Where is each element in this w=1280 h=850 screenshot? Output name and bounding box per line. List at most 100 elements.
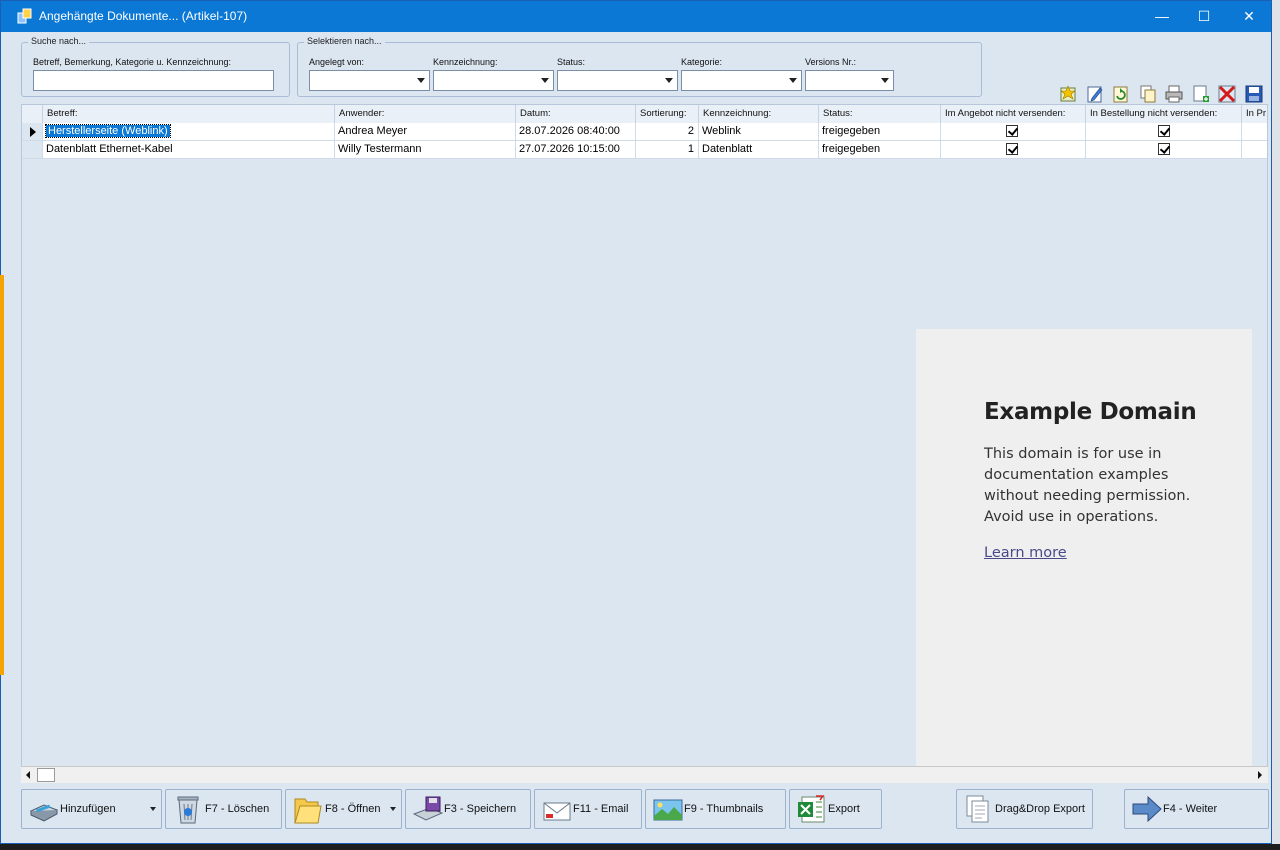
cell-bestellung[interactable]	[1086, 123, 1242, 141]
cell-status[interactable]: freigegeben	[819, 141, 941, 159]
column-header-datum[interactable]: Datum:	[516, 105, 636, 123]
delete-button-label: F7 - Löschen	[205, 803, 270, 815]
cell-datum[interactable]: 27.07.2026 10:15:00	[516, 141, 636, 159]
column-header-status[interactable]: Status:	[819, 105, 941, 123]
filter-group: Selektieren nach... Angelegt von: Kennze…	[297, 36, 982, 97]
thumbnails-button[interactable]: F9 - Thumbnails	[645, 789, 786, 829]
background-window-edge	[1272, 0, 1280, 850]
cell-anwender[interactable]: Andrea Meyer	[335, 123, 516, 141]
save-button-label: F3 - Speichern	[444, 803, 517, 815]
delete-button[interactable]: F7 - Löschen	[165, 789, 282, 829]
cell-angebot[interactable]	[941, 123, 1086, 141]
horizontal-scrollbar[interactable]	[21, 766, 1268, 783]
filter-category-label: Kategorie:	[681, 57, 723, 67]
image-icon	[653, 799, 683, 821]
filter-category-select[interactable]	[681, 70, 802, 91]
scroll-right-button[interactable]	[1251, 767, 1267, 783]
checkbox-bestellung[interactable]	[1158, 143, 1170, 155]
folder-icon	[294, 798, 322, 824]
filter-marking-label: Kennzeichnung:	[433, 57, 498, 67]
preview-heading: Example Domain	[984, 399, 1197, 425]
taskbar-edge	[0, 844, 1280, 850]
save-icon[interactable]	[1244, 84, 1264, 104]
cell-kennzeichnung[interactable]: Weblink	[699, 123, 819, 141]
scroll-right-icon	[1258, 771, 1262, 779]
window-title: Angehängte Dokumente... (Artikel-107)	[39, 9, 248, 23]
export-button[interactable]: Export	[789, 789, 882, 829]
scanner-icon	[29, 804, 59, 822]
cell-datum[interactable]: 28.07.2026 08:40:00	[516, 123, 636, 141]
chevron-down-icon	[413, 71, 429, 90]
envelope-icon	[543, 802, 571, 821]
cell-sortierung[interactable]: 1	[636, 141, 699, 159]
email-button-label: F11 - Email	[573, 803, 629, 815]
search-input[interactable]	[33, 70, 274, 91]
dragdrop-export-button[interactable]: Drag&Drop Export	[956, 789, 1093, 829]
column-header-angebot[interactable]: Im Angebot nicht versenden:	[941, 105, 1086, 123]
checkbox-bestellung[interactable]	[1158, 125, 1170, 137]
cell-betreff[interactable]: Herstellerseite (Weblink)	[43, 123, 335, 141]
filter-created-by-select[interactable]	[309, 70, 430, 91]
filter-created-by-label: Angelegt von:	[309, 57, 365, 67]
scrollbar-thumb[interactable]	[37, 768, 55, 782]
filter-version-select[interactable]	[805, 70, 894, 91]
minimize-button[interactable]: —	[1139, 1, 1185, 32]
column-header-betreff[interactable]: Betreff:	[43, 105, 335, 123]
cell-bestellung[interactable]	[1086, 141, 1242, 159]
dialog-window: Angehängte Dokumente... (Artikel-107) — …	[0, 0, 1272, 844]
cell-sortierung[interactable]: 2	[636, 123, 699, 141]
cell-status[interactable]: freigegeben	[819, 123, 941, 141]
dragdrop-export-label: Drag&Drop Export	[995, 803, 1085, 815]
search-label: Betreff, Bemerkung, Kategorie u. Kennzei…	[33, 57, 231, 67]
add-file-icon[interactable]	[1191, 84, 1211, 104]
next-button-label: F4 - Weiter	[1163, 803, 1218, 815]
filter-status-select[interactable]	[557, 70, 678, 91]
chevron-down-icon[interactable]	[150, 807, 156, 811]
checkbox-angebot[interactable]	[1006, 125, 1018, 137]
chevron-down-icon	[537, 71, 553, 90]
filter-status-label: Status:	[557, 57, 586, 67]
new-document-icon[interactable]	[1058, 84, 1078, 104]
column-header-sortierung[interactable]: Sortierung:	[636, 105, 699, 123]
app-icon	[17, 8, 32, 24]
search-group: Suche nach... Betreff, Bemerkung, Katego…	[21, 36, 290, 97]
column-header-next[interactable]: In Pr	[1242, 105, 1267, 123]
delete-icon[interactable]	[1217, 84, 1237, 104]
floppy-disk-icon	[412, 796, 444, 821]
filter-marking-select[interactable]	[433, 70, 554, 91]
chevron-down-icon[interactable]	[390, 807, 396, 811]
maximize-button[interactable]: ☐	[1181, 1, 1227, 32]
open-button-label: F8 - Öffnen	[325, 803, 381, 815]
cell-anwender[interactable]: Willy Testermann	[335, 141, 516, 159]
preview-learn-more-link[interactable]: Learn more	[984, 545, 1067, 561]
open-button[interactable]: F8 - Öffnen	[285, 789, 402, 829]
row-indicator[interactable]	[22, 123, 43, 141]
column-header-anwender[interactable]: Anwender:	[335, 105, 516, 123]
close-button[interactable]: ✕	[1226, 1, 1272, 32]
preview-body: This domain is for use in documentation …	[984, 446, 1191, 525]
save-button[interactable]: F3 - Speichern	[405, 789, 531, 829]
title-bar: Angehängte Dokumente... (Artikel-107) — …	[1, 1, 1271, 32]
column-header-bestellung[interactable]: In Bestellung nicht versenden:	[1086, 105, 1242, 123]
row-indicator[interactable]	[22, 141, 43, 159]
cell-betreff[interactable]: Datenblatt Ethernet-Kabel	[43, 141, 335, 159]
add-button[interactable]: Hinzufügen	[21, 789, 162, 829]
refresh-icon[interactable]	[1111, 84, 1131, 104]
cell-next[interactable]	[1242, 141, 1267, 159]
filter-group-legend: Selektieren nach...	[304, 36, 385, 46]
cell-kennzeichnung[interactable]: Datenblatt	[699, 141, 819, 159]
copy-icon[interactable]	[1138, 84, 1158, 104]
next-button[interactable]: F4 - Weiter	[1124, 789, 1269, 829]
search-group-legend: Suche nach...	[28, 36, 90, 46]
filter-version-label: Versions Nr.:	[805, 57, 857, 67]
column-header-kennzeichnung[interactable]: Kennzeichnung:	[699, 105, 819, 123]
cell-angebot[interactable]	[941, 141, 1086, 159]
cell-next[interactable]	[1242, 123, 1267, 141]
selected-cell-text: Herstellerseite (Weblink)	[45, 124, 171, 138]
checkbox-angebot[interactable]	[1006, 143, 1018, 155]
edit-icon[interactable]	[1085, 84, 1105, 104]
email-button[interactable]: F11 - Email	[534, 789, 642, 829]
chevron-down-icon	[661, 71, 677, 90]
scroll-left-button[interactable]	[21, 767, 37, 783]
print-icon[interactable]	[1164, 84, 1184, 104]
